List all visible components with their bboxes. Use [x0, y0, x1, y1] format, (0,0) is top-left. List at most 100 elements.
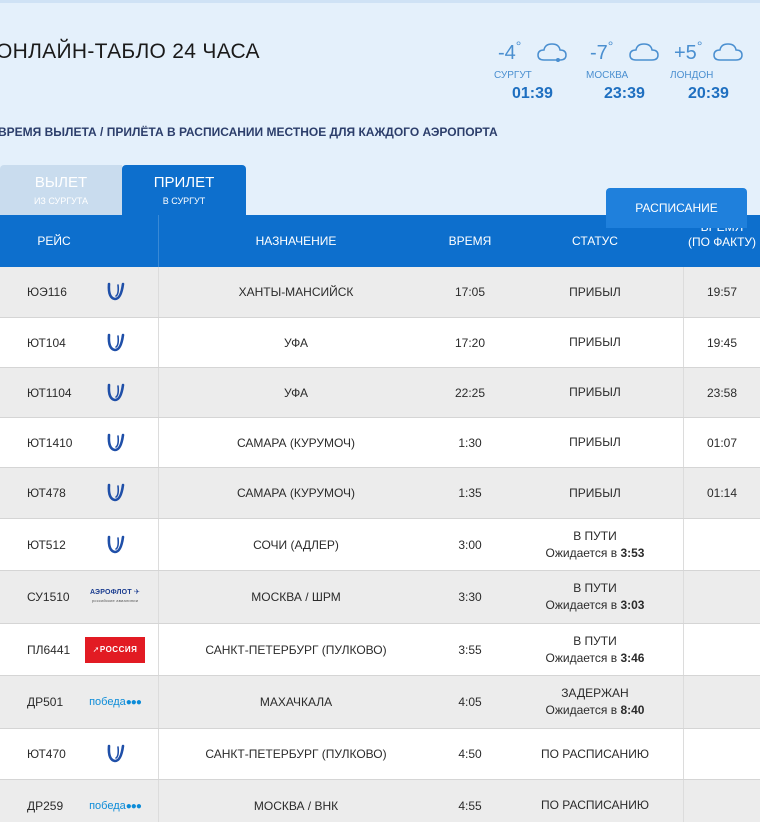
- table-row[interactable]: ЮТ512 СОЧИ (АДЛЕР) 3:00 В ПУТИ Ожидается …: [0, 519, 760, 571]
- column-divider: [683, 780, 684, 822]
- table-row[interactable]: ДР259 победа●●● МОСКВА / ВНК 4:55 ПО РАС…: [0, 780, 760, 822]
- flight-number: ДР259: [27, 798, 64, 813]
- status: В ПУТИ Ожидается в 3:03: [520, 571, 670, 623]
- utair-logo-icon: [82, 519, 148, 570]
- scheduled-time: 3:30: [458, 590, 482, 604]
- weather-surgut: -4° СУРГУТ 01:39: [494, 38, 584, 110]
- flight-number: ЮТ512: [27, 537, 66, 552]
- tab-departure-sub: ИЗ СУРГУТА: [33, 196, 89, 206]
- column-divider: [683, 624, 684, 675]
- status-text: ПРИБЫЛ: [569, 435, 621, 449]
- table-row[interactable]: ЮТ104 УФА 17:20 ПРИБЫЛ 19:45: [0, 318, 760, 368]
- schedule-button[interactable]: РАСПИСАНИЕ: [606, 188, 747, 228]
- utair-logo-icon: [82, 267, 148, 317]
- actual-time: [690, 571, 754, 623]
- table-row[interactable]: ДР501 победа●●● МАХАЧКАЛА 4:05 ЗАДЕРЖАН О…: [0, 676, 760, 729]
- destination: МАХАЧКАЛА: [259, 695, 333, 709]
- col-actual-header-line2: (ПО ФАКТУ): [687, 235, 757, 249]
- status: ПРИБЫЛ: [520, 318, 670, 367]
- column-divider: [683, 267, 684, 317]
- aeroflot-logo-icon: АЭРОФЛОТ ✈ российские авиалинии: [89, 589, 141, 603]
- status: ПО РАСПИСАНИЮ: [520, 729, 670, 779]
- destination: ХАНТЫ-МАНСИЙСК: [238, 285, 354, 299]
- tab-arrival[interactable]: ПРИЛЕТ В СУРГУТ: [122, 165, 246, 215]
- column-divider: [683, 418, 684, 467]
- actual-time: [690, 729, 754, 779]
- status: В ПУТИ Ожидается в 3:53: [520, 519, 670, 570]
- status-text: ЗАДЕРЖАН: [561, 686, 629, 700]
- actual-time: 23:58: [706, 385, 738, 400]
- status: ПО РАСПИСАНИЮ: [520, 780, 670, 822]
- status-text: ПО РАСПИСАНИЮ: [541, 798, 649, 812]
- weather-temp: +5°: [674, 38, 703, 64]
- table-row[interactable]: СУ1510 АЭРОФЛОТ ✈ российские авиалинии МО…: [0, 571, 760, 624]
- utair-logo-icon: [82, 318, 148, 367]
- destination: УФА: [283, 335, 309, 350]
- flight-number: ДР501: [27, 695, 64, 709]
- table-row[interactable]: ЮТ1410 САМАРА (КУРУМОЧ) 1:30 ПРИБЫЛ 01:0…: [0, 418, 760, 468]
- actual-time: [690, 519, 754, 570]
- column-divider: [683, 571, 684, 623]
- flight-number: СУ1510: [27, 590, 70, 604]
- column-divider: [158, 519, 159, 570]
- weather-moscow: -7° МОСКВА 23:39: [586, 38, 676, 110]
- column-divider: [158, 468, 159, 518]
- flight-number: ЮЭ116: [27, 285, 67, 299]
- column-divider: [158, 780, 159, 822]
- column-divider: [158, 571, 159, 623]
- status: ПРИБЫЛ: [520, 368, 670, 417]
- status-text: ПРИБЫЛ: [569, 385, 621, 399]
- table-row[interactable]: ЮЭ116 ХАНТЫ-МАНСИЙСК 17:05 ПРИБЫЛ 19:57: [0, 267, 760, 318]
- flight-number: ЮТ470: [27, 747, 66, 761]
- actual-time: [690, 780, 754, 822]
- scheduled-time: 22:25: [454, 385, 486, 400]
- flight-number: ПЛ6441: [27, 642, 71, 657]
- weather-temp: -4°: [498, 38, 522, 64]
- flight-number: ЮТ1410: [27, 435, 73, 450]
- flight-number: ЮТ104: [27, 335, 66, 350]
- destination: СОЧИ (АДЛЕР): [253, 537, 339, 552]
- column-divider: [158, 418, 159, 467]
- destination: САМАРА (КУРУМОЧ): [236, 435, 356, 450]
- flight-number: ЮТ1104: [27, 385, 72, 400]
- utair-logo-icon: [82, 368, 148, 417]
- weather-city: ЛОНДОН: [670, 70, 714, 81]
- column-divider: [158, 267, 159, 317]
- weather-city: МОСКВА: [586, 70, 629, 81]
- status-text: ПРИБЫЛ: [569, 335, 621, 349]
- weather-london: +5° ЛОНДОН 20:39: [670, 38, 760, 110]
- status: В ПУТИ Ожидается в 3:46: [520, 624, 670, 675]
- tab-departure[interactable]: ВЫЛЕТ ИЗ СУРГУТА: [0, 165, 122, 215]
- destination: МОСКВА / ШРМ: [251, 590, 341, 604]
- status-text: ПРИБЫЛ: [569, 485, 621, 500]
- table-row[interactable]: ЮТ470 САНКТ-ПЕТЕРБУРГ (ПУЛКОВО) 4:50 ПО …: [0, 729, 760, 780]
- column-divider: [683, 368, 684, 417]
- utair-logo-icon: [82, 729, 148, 779]
- tab-arrival-label: ПРИЛЕТ: [153, 174, 215, 191]
- table-row[interactable]: ПЛ6441 ➚ РОССИЯ САНКТ-ПЕТЕРБУРГ (ПУЛКОВО…: [0, 624, 760, 676]
- table-row[interactable]: ЮТ478 САМАРА (КУРУМОЧ) 1:35 ПРИБЫЛ 01:14: [0, 468, 760, 519]
- status: ПРИБЫЛ: [520, 468, 670, 518]
- actual-time: 19:57: [706, 285, 738, 299]
- expected-time: Ожидается в 3:03: [545, 598, 645, 612]
- header-divider: [158, 215, 159, 267]
- status: ЗАДЕРЖАН Ожидается в 8:40: [520, 676, 670, 728]
- scheduled-time: 1:30: [458, 435, 482, 450]
- weather-city: СУРГУТ: [494, 70, 532, 81]
- destination: САНКТ-ПЕТЕРБУРГ (ПУЛКОВО): [205, 747, 387, 761]
- pobeda-logo-icon: победа●●●: [89, 799, 142, 812]
- expected-time: Ожидается в 3:53: [545, 545, 645, 560]
- table-row[interactable]: ЮТ1104 УФА 22:25 ПРИБЫЛ 23:58: [0, 368, 760, 418]
- scheduled-time: 4:55: [458, 798, 482, 813]
- scheduled-time: 4:05: [458, 695, 482, 709]
- status-text: В ПУТИ: [573, 581, 617, 595]
- utair-logo-icon: [82, 418, 148, 467]
- scheduled-time: 4:50: [458, 747, 482, 761]
- column-divider: [158, 676, 159, 728]
- scheduled-time: 3:55: [458, 642, 482, 657]
- expected-time: Ожидается в 8:40: [545, 703, 645, 717]
- weather-temp: -7°: [590, 38, 614, 64]
- status-text: В ПУТИ: [573, 633, 617, 648]
- cloud-icon: [537, 43, 567, 62]
- tab-departure-label: ВЫЛЕТ: [34, 174, 88, 191]
